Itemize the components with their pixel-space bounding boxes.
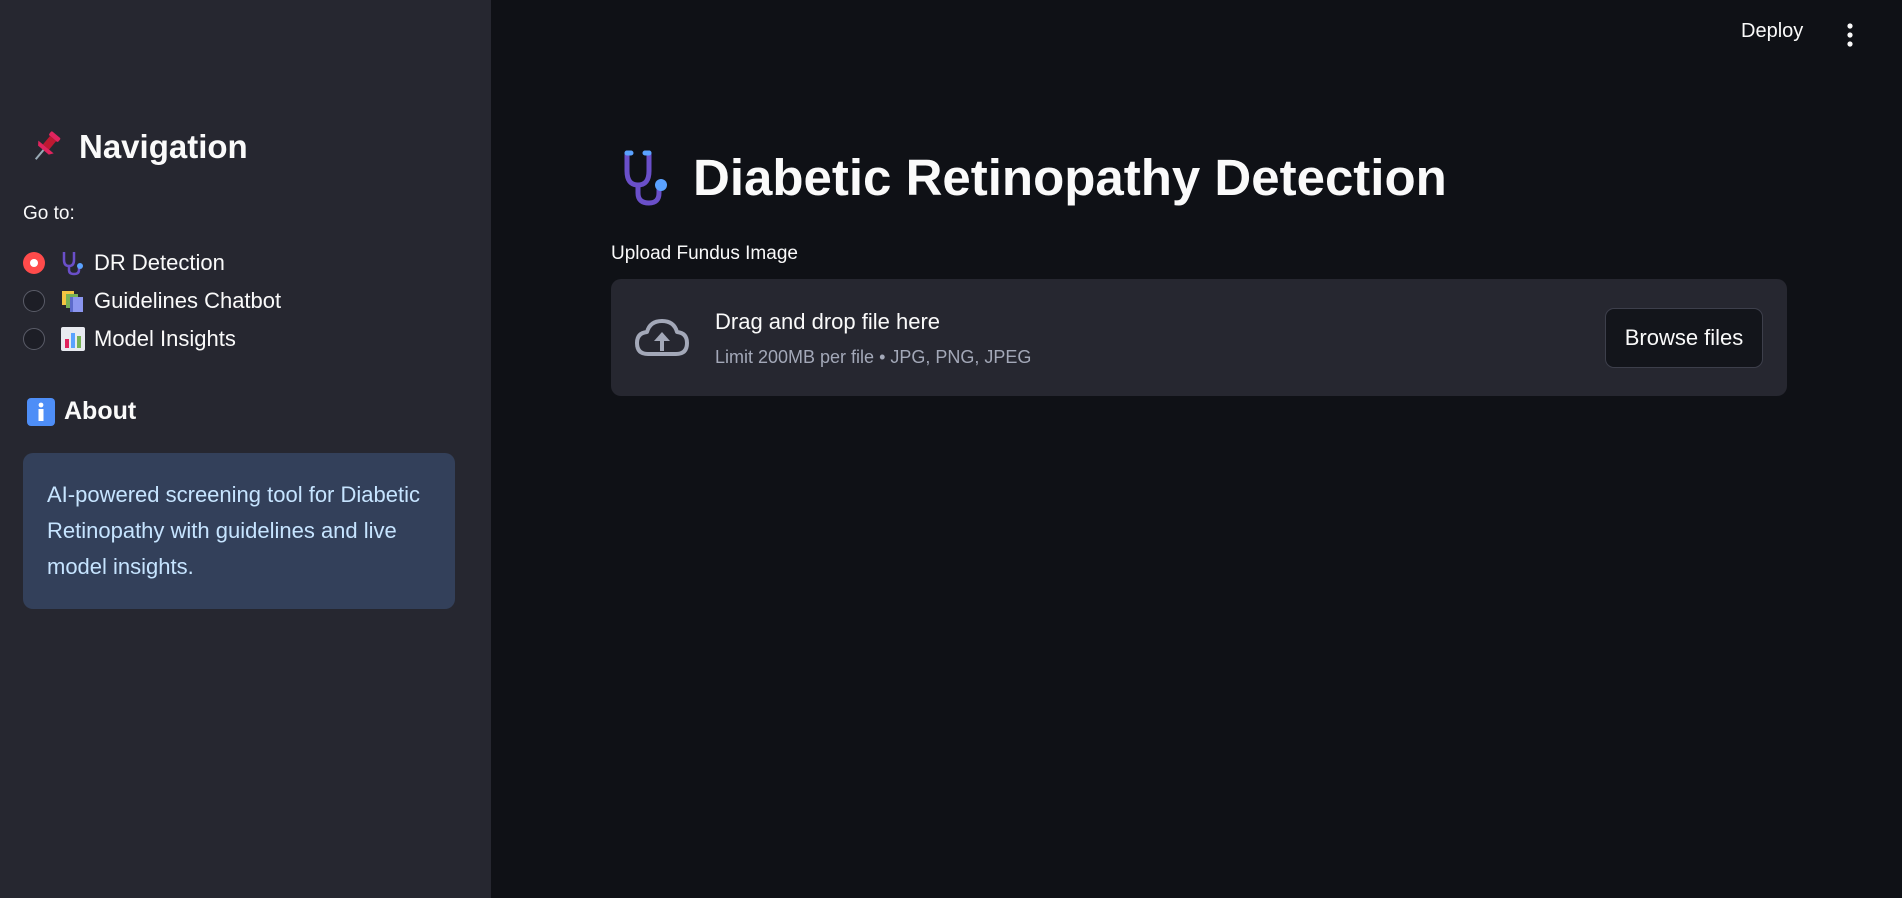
about-text-line: AI-powered screening tool for Diabetic (47, 482, 420, 507)
page-title: Diabetic Retinopathy Detection (617, 148, 1447, 207)
cloud-upload-icon (633, 314, 691, 362)
app-root: Navigation Go to: DR Detection Guideline… (0, 0, 1902, 898)
stethoscope-icon (617, 149, 675, 207)
browse-files-button[interactable]: Browse files (1605, 308, 1763, 368)
bar-chart-icon (60, 326, 86, 352)
about-heading-text: About (64, 397, 137, 425)
sidebar-title: Navigation (27, 128, 248, 166)
stethoscope-icon (60, 250, 86, 276)
nav-option-guidelines-chatbot[interactable]: Guidelines Chatbot (23, 282, 281, 320)
goto-label: Go to: (23, 203, 75, 224)
navigation-radio-group: DR Detection Guidelines Chatbot Model In… (23, 244, 281, 358)
upload-label: Upload Fundus Image (611, 243, 798, 264)
books-icon (60, 288, 86, 314)
file-dropzone[interactable]: Drag and drop file here Limit 200MB per … (611, 279, 1787, 396)
nav-option-dr-detection[interactable]: DR Detection (23, 244, 281, 282)
nav-option-label: DR Detection (94, 250, 225, 275)
about-text-line: Retinopathy with guidelines and live (47, 518, 397, 543)
about-info-box: AI-powered screening tool for Diabetic R… (23, 453, 455, 609)
sidebar: Navigation Go to: DR Detection Guideline… (0, 0, 491, 898)
nav-option-label: Model Insights (94, 326, 236, 351)
pushpin-icon (27, 128, 65, 166)
about-text-line: model insights. (47, 554, 194, 579)
radio-button-checked[interactable] (23, 252, 45, 274)
radio-button[interactable] (23, 290, 45, 312)
dropzone-title: Drag and drop file here (715, 309, 941, 334)
nav-option-label: Guidelines Chatbot (94, 288, 282, 313)
about-heading: About (27, 397, 136, 426)
nav-option-model-insights[interactable]: Model Insights (23, 320, 281, 358)
information-icon (27, 397, 55, 426)
dropzone-limit: Limit 200MB per file • JPG, PNG, JPEG (715, 347, 1032, 367)
sidebar-title-text: Navigation (79, 128, 248, 165)
deploy-button[interactable]: Deploy (1741, 20, 1803, 43)
page-title-text: Diabetic Retinopathy Detection (693, 149, 1447, 206)
radio-button[interactable] (23, 328, 45, 350)
vertical-ellipsis-icon[interactable] (1837, 22, 1863, 48)
